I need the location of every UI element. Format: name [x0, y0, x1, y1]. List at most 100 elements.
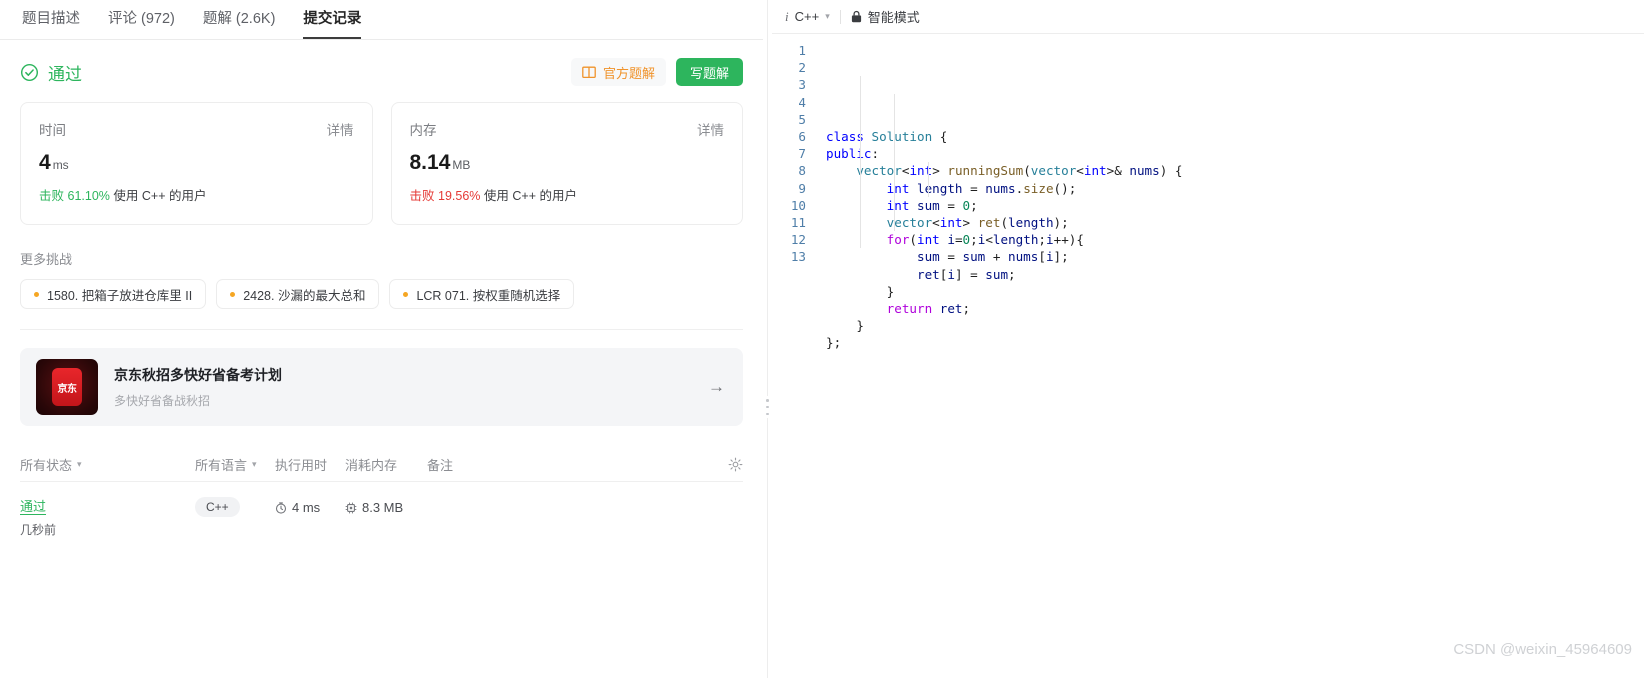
smart-mode-label: 智能模式 — [867, 10, 920, 25]
row-status-link[interactable]: 通过 — [20, 496, 46, 515]
row-runtime-value: 4 ms — [292, 500, 321, 515]
indent-guide — [894, 93, 895, 232]
code-line: vector<int> runningSum(vector<int>& nums… — [856, 163, 1183, 179]
runtime-stat-card: 时间 详情 4 ms 击败 61.10% 使用 C++ 的用户 — [20, 102, 373, 225]
memory-unit: MB — [452, 158, 471, 172]
chevron-down-icon: ▾ — [252, 459, 257, 469]
row-runtime-cell: 4 ms — [275, 496, 345, 515]
memory-detail-link[interactable]: 详情 — [697, 119, 724, 139]
handle-dot-icon — [766, 399, 769, 402]
runtime-detail-link[interactable]: 详情 — [327, 119, 354, 139]
official-solution-label: 官方题解 — [602, 65, 655, 81]
runtime-beat-suffix: 使用 C++ 的用户 — [113, 189, 207, 203]
filter-status-dropdown[interactable]: 所有状态 ▾ — [20, 455, 195, 474]
book-icon — [582, 66, 596, 79]
filter-language-dropdown[interactable]: 所有语言 ▾ — [195, 455, 275, 474]
code-panel: i C++ ▾ 智能模式 1 2 3 4 5 6 7 8 9 10 11 12 13 — [772, 0, 1644, 678]
arrow-right-icon[interactable]: → — [708, 377, 725, 397]
promo-text-group: 京东秋招多快好省备考计划 多快好省备战秋招 — [114, 365, 282, 409]
code-line: public: — [826, 146, 880, 162]
stat-cards: 时间 详情 4 ms 击败 61.10% 使用 C++ 的用户 内存 详情 8.… — [20, 102, 743, 225]
runtime-beat-text: 击败 61.10% 使用 C++ 的用户 — [39, 185, 354, 204]
code-editor[interactable]: 1 2 3 4 5 6 7 8 9 10 11 12 13 class Solution {public… — [772, 34, 1644, 678]
challenge-label: 1580. 把箱子放进仓库里 II — [47, 288, 193, 303]
column-note: 备注 — [427, 458, 454, 473]
more-challenges-title: 更多挑战 — [20, 252, 73, 267]
stopwatch-icon — [275, 501, 287, 514]
promo-title: 京东秋招多快好省备考计划 — [114, 367, 282, 383]
table-row[interactable]: 通过 几秒前 C++ 4 ms 8.3 MB — [20, 482, 743, 538]
line-number: 4 — [798, 94, 806, 110]
line-number: 7 — [798, 146, 806, 162]
line-number: 6 — [798, 128, 806, 144]
table-settings-button[interactable] — [728, 457, 743, 472]
bullet-dot-icon — [403, 291, 409, 297]
splitter-handle[interactable] — [765, 396, 770, 418]
filter-language-label: 所有语言 — [195, 458, 248, 473]
code-line: return ret; — [886, 300, 971, 316]
write-solution-button[interactable]: 写题解 — [675, 58, 743, 86]
code-line: vector<int> ret(length); — [886, 214, 1069, 230]
language-selector[interactable]: i C++ ▾ — [785, 9, 830, 25]
challenge-chip[interactable]: 1580. 把箱子放进仓库里 II — [20, 279, 207, 309]
language-selector-label: C++ — [794, 9, 820, 24]
check-circle-icon — [20, 63, 39, 82]
challenge-chip[interactable]: LCR 071. 按权重随机选择 — [389, 279, 575, 309]
handle-dot-icon — [766, 405, 769, 409]
line-number: 3 — [798, 77, 806, 93]
row-timestamp: 几秒前 — [20, 523, 57, 537]
column-runtime: 执行用时 — [275, 458, 328, 473]
column-memory: 消耗内存 — [345, 458, 398, 473]
runtime-beat-prefix: 击败 — [39, 189, 65, 203]
tab-comments[interactable]: 评论 (972) — [94, 7, 189, 39]
tab-bar: 题目描述 评论 (972) 题解 (2.6K) 提交记录 — [0, 0, 763, 40]
tab-submissions[interactable]: 提交记录 — [289, 7, 375, 39]
panel-splitter[interactable] — [763, 0, 772, 678]
code-line: sum = sum + nums[i]; — [917, 249, 1069, 265]
code-line: } — [826, 283, 895, 299]
bullet-dot-icon — [230, 291, 236, 297]
official-solution-button[interactable]: 官方题解 — [570, 58, 666, 86]
code-line: } — [826, 318, 864, 334]
code-line: for(int i=0;i<length;i++){ — [886, 232, 1084, 248]
memory-beat-percent: 19.56% — [438, 189, 481, 203]
row-memory-value: 8.3 MB — [362, 500, 404, 515]
handle-dot-icon — [766, 412, 769, 415]
submission-status-row: 通过 官方题解 写题解 — [20, 46, 743, 98]
challenge-chip[interactable]: 2428. 沙漏的最大总和 — [216, 279, 380, 309]
watermark: CSDN @weixin_45964609 — [1453, 641, 1632, 658]
smart-mode-toggle[interactable]: 智能模式 — [851, 7, 920, 26]
code-content[interactable]: class Solution {public: vector<int> runn… — [816, 42, 1644, 678]
line-number: 1 — [798, 43, 806, 58]
row-memory-cell: 8.3 MB — [345, 496, 427, 515]
line-number: 2 — [798, 60, 806, 76]
code-line: int sum = 0; — [886, 197, 978, 213]
indent-guide — [860, 76, 861, 249]
memory-beat-suffix: 使用 C++ 的用户 — [483, 189, 577, 203]
runtime-beat-percent: 61.10% — [67, 189, 110, 203]
promo-subtitle: 多快好省备战秋招 — [114, 394, 211, 408]
chevron-down-icon: ▾ — [77, 459, 82, 469]
runtime-value-row: 4 ms — [39, 151, 354, 175]
memory-stat-card: 内存 详情 8.14 MB 击败 19.56% 使用 C++ 的用户 — [390, 102, 743, 225]
runtime-unit: ms — [52, 158, 69, 172]
tab-description[interactable]: 题目描述 — [8, 7, 94, 39]
submissions-table: 所有状态 ▾ 所有语言 ▾ 执行用时 消耗内存 备注 通过 几秒前 C++ 4 … — [20, 448, 743, 538]
language-badge: C++ — [195, 497, 240, 517]
bullet-dot-icon — [34, 291, 39, 297]
info-icon: i — [785, 8, 789, 24]
line-number: 13 — [790, 249, 806, 265]
memory-card-head: 内存 详情 — [410, 119, 725, 139]
runtime-value: 4 — [39, 151, 51, 174]
lock-icon — [851, 10, 862, 23]
line-number: 12 — [790, 232, 806, 248]
line-number: 5 — [798, 111, 806, 127]
gear-icon — [728, 457, 743, 472]
runtime-card-head: 时间 详情 — [39, 119, 354, 139]
memory-value-row: 8.14 MB — [410, 151, 725, 175]
promo-banner[interactable]: 京东 京东秋招多快好省备考计划 多快好省备战秋招 → — [20, 348, 743, 426]
line-number: 8 — [798, 163, 806, 179]
code-line: int length = nums.size(); — [886, 180, 1077, 196]
tab-solutions[interactable]: 题解 (2.6K) — [189, 7, 290, 39]
chevron-down-icon: ▾ — [825, 11, 830, 21]
